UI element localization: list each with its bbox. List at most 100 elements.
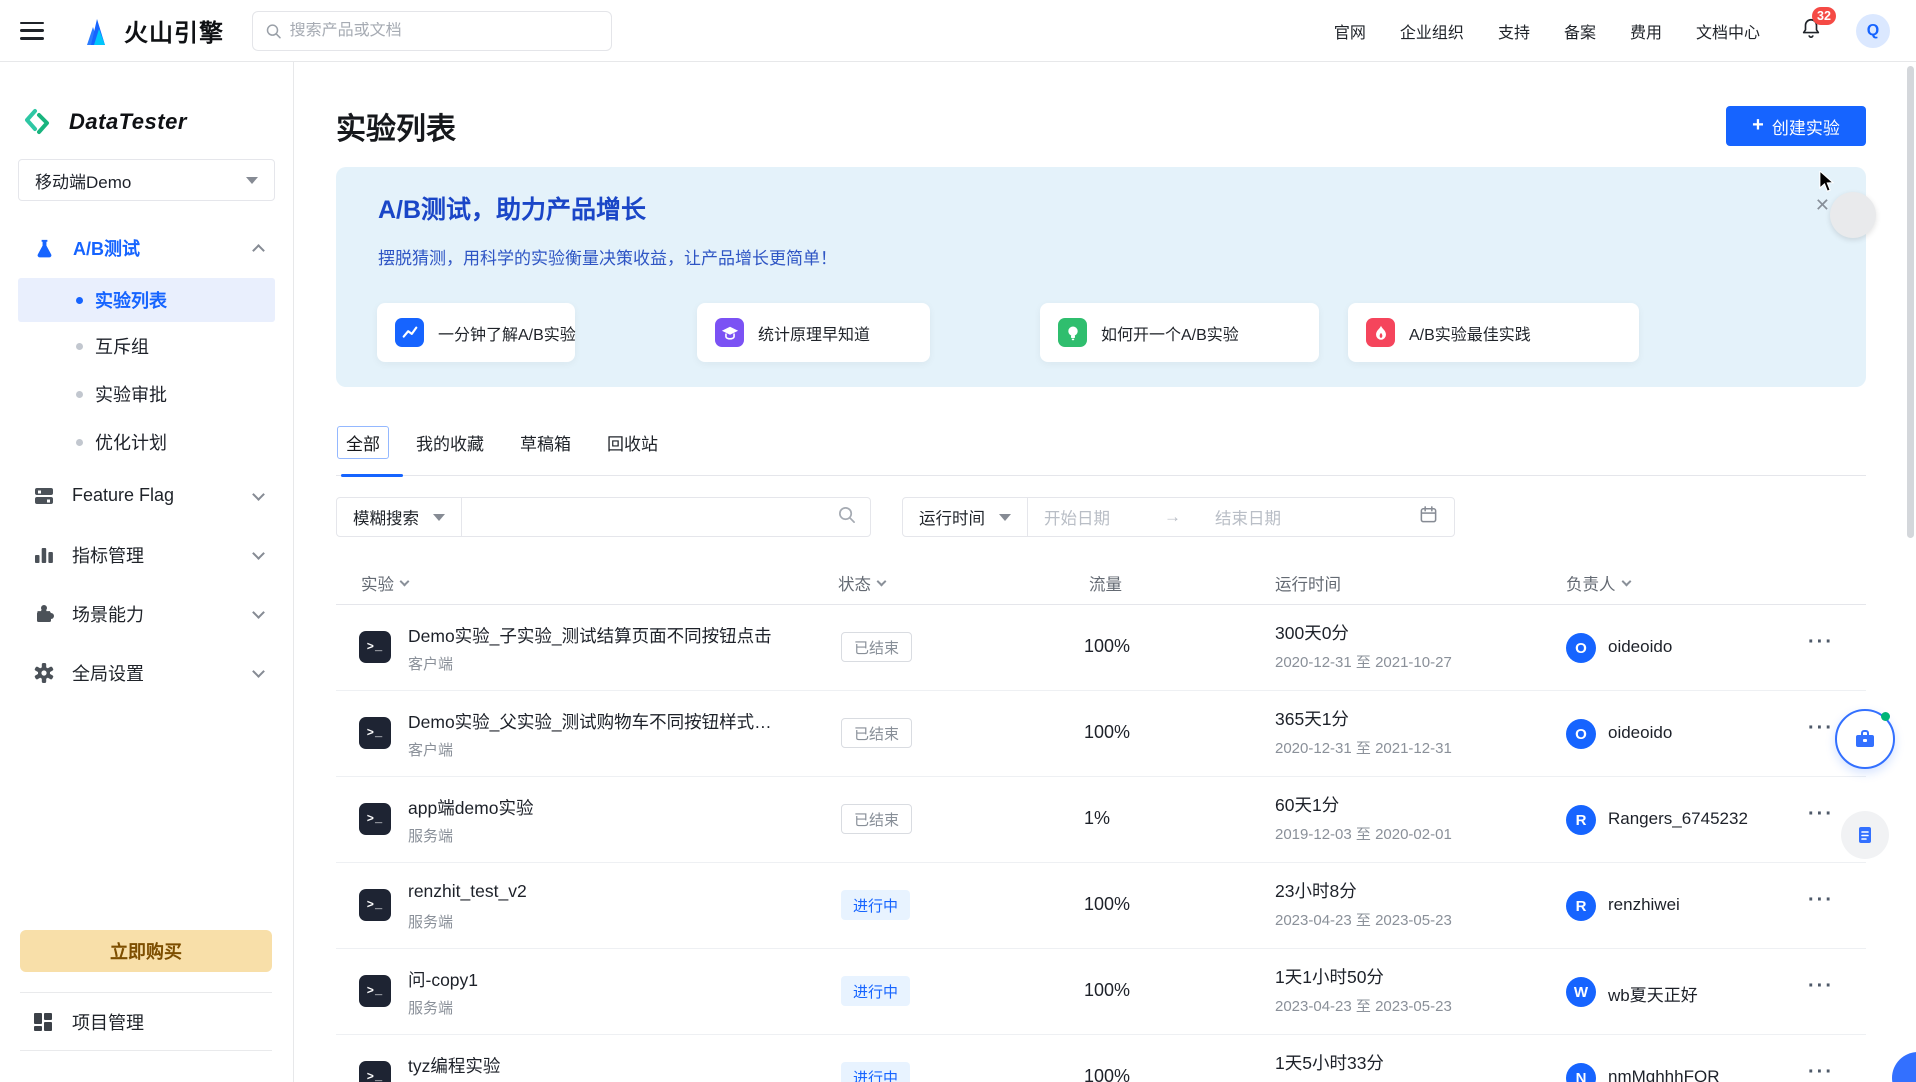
experiment-terminal-icon: >_ bbox=[359, 631, 391, 663]
table-row[interactable]: >_ renzhit_test_v2 服务端 进行中 100% 23小时8分 2… bbox=[336, 863, 1866, 949]
feedback-survey-button[interactable] bbox=[1835, 709, 1895, 769]
bullet-dot bbox=[76, 343, 83, 350]
banner-card-best-practice[interactable]: A/B实验最佳实践 bbox=[1348, 303, 1639, 362]
experiment-name[interactable]: tyz编程实验 bbox=[408, 1053, 500, 1078]
time-filter-group: 运行时间 开始日期 → 结束日期 bbox=[902, 497, 1455, 537]
nav-link-official[interactable]: 官网 bbox=[1334, 19, 1366, 43]
project-selector-value: 移动端Demo bbox=[35, 168, 131, 193]
experiment-search-input[interactable] bbox=[462, 498, 837, 536]
row-more-button[interactable]: ··· bbox=[1808, 975, 1834, 998]
sidebar-item-experiment-approval[interactable]: 实验审批 bbox=[0, 370, 293, 418]
runtime-duration: 60天1分 bbox=[1275, 792, 1339, 817]
row-more-button[interactable]: ··· bbox=[1808, 717, 1834, 740]
grid-icon bbox=[32, 1011, 54, 1033]
sidebar-item-label: 互斥组 bbox=[95, 333, 149, 359]
tab-all[interactable]: 全部 bbox=[337, 426, 389, 459]
date-range: 2020-12-31 至 2021-10-27 bbox=[1275, 651, 1452, 672]
chevron-down-icon bbox=[400, 577, 410, 587]
table-row[interactable]: >_ tyz编程实验 进行中 100% 1天5小时33分 N nmMqhhhFQ… bbox=[336, 1035, 1866, 1082]
experiment-name[interactable]: renzhit_test_v2 bbox=[408, 881, 527, 902]
tab-favorites[interactable]: 我的收藏 bbox=[416, 430, 484, 455]
start-date-placeholder[interactable]: 开始日期 bbox=[1044, 505, 1110, 529]
experiment-type: 客户端 bbox=[408, 739, 453, 760]
plus-icon: + bbox=[1752, 115, 1764, 135]
chevron-down-icon bbox=[877, 577, 887, 587]
sidebar-item-global-settings[interactable]: 全局设置 bbox=[0, 643, 293, 702]
column-label: 流量 bbox=[1089, 571, 1122, 595]
chevron-down-icon bbox=[252, 665, 265, 678]
experiment-name[interactable]: 问-copy1 bbox=[408, 967, 478, 992]
date-range: 2023-04-23 至 2023-05-23 bbox=[1275, 995, 1452, 1016]
nav-link-org[interactable]: 企业组织 bbox=[1400, 19, 1464, 43]
arrow-right-icon: → bbox=[1164, 507, 1181, 527]
sidebar: DataTester 移动端Demo A/B测试 实验列表 互斥组 实验审批 bbox=[0, 62, 294, 1082]
owner-avatar: O bbox=[1566, 633, 1596, 663]
table-row[interactable]: >_ Demo实验_父实验_测试购物车不同按钮样式… 客户端 已结束 100% … bbox=[336, 691, 1866, 777]
row-more-button[interactable]: ··· bbox=[1808, 803, 1834, 826]
owner-name: oideoido bbox=[1608, 723, 1672, 743]
end-date-placeholder[interactable]: 结束日期 bbox=[1215, 505, 1281, 529]
tab-drafts[interactable]: 草稿箱 bbox=[520, 430, 571, 455]
table-row[interactable]: >_ app端demo实验 服务端 已结束 1% 60天1分 2019-12-0… bbox=[336, 777, 1866, 863]
banner-card-learn-ab[interactable]: 一分钟了解A/B实验 bbox=[377, 303, 575, 362]
tab-recycle-bin[interactable]: 回收站 bbox=[607, 430, 658, 455]
table-row[interactable]: >_ Demo实验_子实验_测试结算页面不同按钮点击 客户端 已结束 100% … bbox=[336, 605, 1866, 691]
column-header-experiment[interactable]: 实验 bbox=[361, 571, 408, 595]
chevron-down-icon bbox=[252, 547, 265, 560]
owner-avatar: N bbox=[1566, 1063, 1596, 1082]
experiment-name[interactable]: Demo实验_父实验_测试购物车不同按钮样式… bbox=[408, 709, 772, 734]
sidebar-item-project-management[interactable]: 项目管理 bbox=[32, 998, 144, 1046]
experiment-name[interactable]: Demo实验_子实验_测试结算页面不同按钮点击 bbox=[408, 623, 772, 648]
nav-link-docs[interactable]: 文档中心 bbox=[1696, 19, 1760, 43]
experiment-type: 客户端 bbox=[408, 653, 453, 674]
row-more-button[interactable]: ··· bbox=[1808, 631, 1834, 654]
banner-card-statistics[interactable]: 统计原理早知道 bbox=[697, 303, 930, 362]
sidebar-item-mutex-group[interactable]: 互斥组 bbox=[0, 322, 293, 370]
docs-helper-button[interactable] bbox=[1841, 811, 1889, 859]
global-search-input[interactable] bbox=[290, 22, 599, 40]
volcengine-logo[interactable]: 火山引擎 bbox=[78, 13, 224, 49]
product-name: DataTester bbox=[69, 109, 187, 135]
banner-close-icon[interactable]: ✕ bbox=[1815, 195, 1830, 216]
vertical-scrollbar[interactable] bbox=[1907, 66, 1914, 538]
sidebar-item-label: 实验审批 bbox=[95, 381, 167, 407]
time-type-dropdown[interactable]: 运行时间 bbox=[903, 498, 1027, 536]
nav-link-billing[interactable]: 费用 bbox=[1630, 19, 1662, 43]
sidebar-item-experiment-list[interactable]: 实验列表 bbox=[18, 278, 275, 322]
sidebar-item-scene-capability[interactable]: 场景能力 bbox=[0, 584, 293, 643]
traffic-value: 1% bbox=[1084, 808, 1110, 829]
owner-avatar: W bbox=[1566, 977, 1596, 1007]
search-filter-group: 模糊搜索 bbox=[336, 497, 871, 537]
sidebar-item-optimization-plan[interactable]: 优化计划 bbox=[0, 418, 293, 466]
flame-icon bbox=[1366, 318, 1395, 347]
banner-card-how-to-start[interactable]: 如何开一个A/B实验 bbox=[1040, 303, 1319, 362]
column-header-owner[interactable]: 负责人 bbox=[1566, 571, 1630, 595]
column-header-status[interactable]: 状态 bbox=[838, 571, 885, 595]
row-more-button[interactable]: ··· bbox=[1808, 889, 1834, 912]
experiment-name[interactable]: app端demo实验 bbox=[408, 795, 533, 820]
active-tab-underline bbox=[341, 474, 403, 477]
sidebar-item-metrics[interactable]: 指标管理 bbox=[0, 525, 293, 584]
sidebar-item-label: 实验列表 bbox=[95, 287, 167, 313]
table-row[interactable]: >_ 问-copy1 服务端 进行中 100% 1天1小时50分 2023-04… bbox=[336, 949, 1866, 1035]
traffic-value: 100% bbox=[1084, 894, 1130, 915]
sidebar-item-ab-test[interactable]: A/B测试 bbox=[33, 235, 275, 261]
buy-now-button[interactable]: 立即购买 bbox=[20, 930, 272, 972]
sidebar-item-label: A/B测试 bbox=[73, 235, 140, 261]
project-selector-dropdown[interactable]: 移动端Demo bbox=[18, 159, 275, 201]
hamburger-menu-icon[interactable] bbox=[20, 22, 44, 40]
notification-bell-button[interactable]: 32 bbox=[1800, 17, 1822, 44]
create-experiment-button[interactable]: + 创建实验 bbox=[1726, 106, 1866, 146]
datatester-logo[interactable]: DataTester bbox=[23, 107, 293, 137]
user-avatar[interactable]: Q bbox=[1856, 14, 1890, 48]
sidebar-item-feature-flag[interactable]: Feature Flag bbox=[0, 466, 293, 525]
date-range-picker[interactable]: 开始日期 → 结束日期 bbox=[1028, 505, 1454, 529]
search-type-dropdown[interactable]: 模糊搜索 bbox=[337, 498, 461, 536]
global-search-box[interactable] bbox=[252, 11, 612, 51]
bullet-dot bbox=[76, 439, 83, 446]
nav-link-support[interactable]: 支持 bbox=[1498, 19, 1530, 43]
nav-link-filing[interactable]: 备案 bbox=[1564, 19, 1596, 43]
floating-bubble[interactable] bbox=[1830, 192, 1876, 238]
search-icon[interactable] bbox=[837, 505, 856, 529]
row-more-button[interactable]: ··· bbox=[1808, 1061, 1834, 1082]
